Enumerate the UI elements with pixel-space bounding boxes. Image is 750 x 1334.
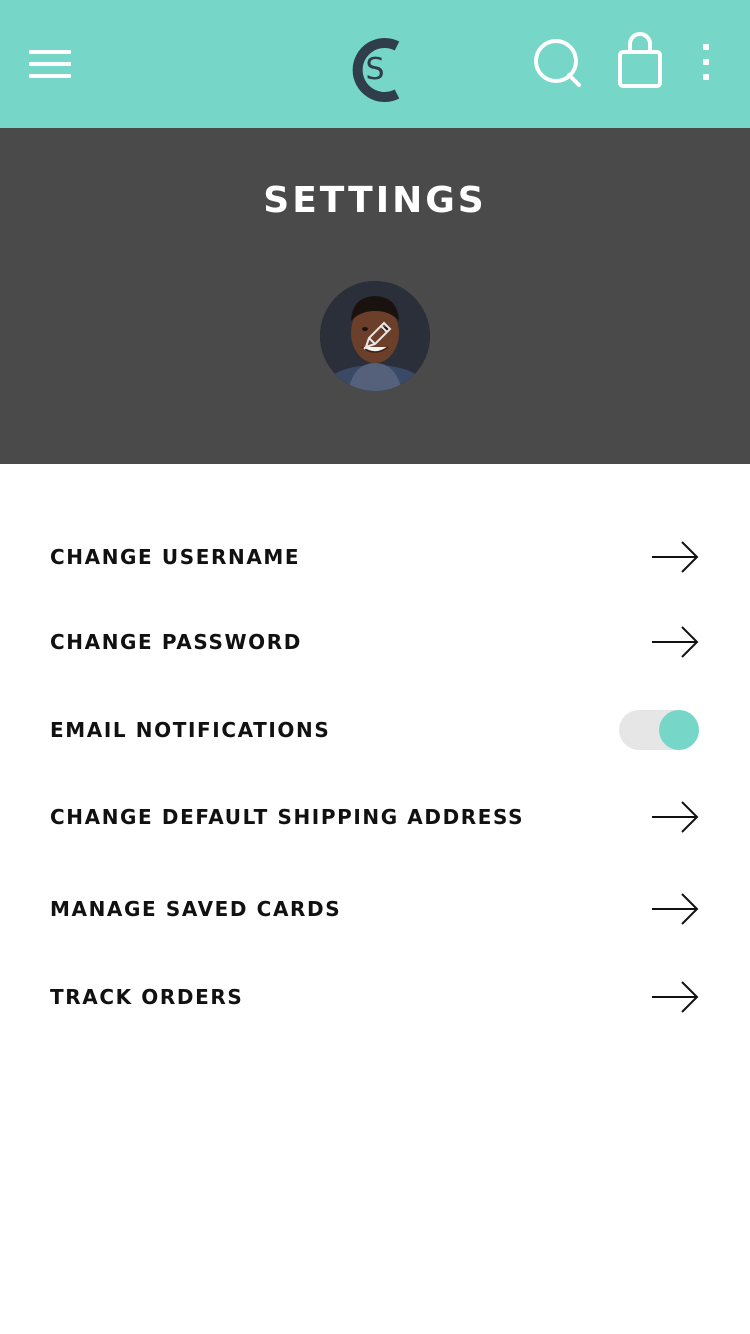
brand-logo[interactable]: S [345,34,407,104]
page-title: SETTINGS [263,180,487,221]
shopping-bag-icon[interactable] [616,32,664,90]
setting-label: TRACK ORDERS [50,985,244,1009]
setting-row-change-username[interactable]: CHANGE USERNAME [0,522,750,592]
settings-header: SETTINGS [0,128,750,464]
hamburger-menu-icon[interactable] [29,47,71,79]
logo-letter: S [365,52,384,87]
setting-label: EMAIL NOTIFICATIONS [50,718,331,742]
setting-label: MANAGE SAVED CARDS [50,897,342,921]
setting-row-manage-saved-cards[interactable]: MANAGE SAVED CARDS [0,874,750,944]
arrow-right-icon[interactable] [651,540,699,574]
arrow-right-icon[interactable] [651,892,699,926]
setting-row-track-orders[interactable]: TRACK ORDERS [0,962,750,1032]
setting-row-email-notifications: EMAIL NOTIFICATIONS [0,695,750,765]
arrow-right-icon[interactable] [651,625,699,659]
setting-label: CHANGE DEFAULT SHIPPING ADDRESS [50,805,525,829]
email-notifications-toggle[interactable] [619,710,699,750]
setting-row-change-default-shipping-address[interactable]: CHANGE DEFAULT SHIPPING ADDRESS [0,782,750,852]
setting-label: CHANGE PASSWORD [50,630,302,654]
avatar[interactable] [320,281,430,391]
arrow-right-icon[interactable] [651,980,699,1014]
top-app-bar: S [0,0,750,128]
arrow-right-icon[interactable] [651,800,699,834]
search-icon[interactable] [531,37,585,91]
toggle-knob [659,710,699,750]
more-vertical-icon[interactable] [700,44,714,84]
setting-label: CHANGE USERNAME [50,545,301,569]
setting-row-change-password[interactable]: CHANGE PASSWORD [0,607,750,677]
pencil-icon[interactable] [360,319,394,353]
